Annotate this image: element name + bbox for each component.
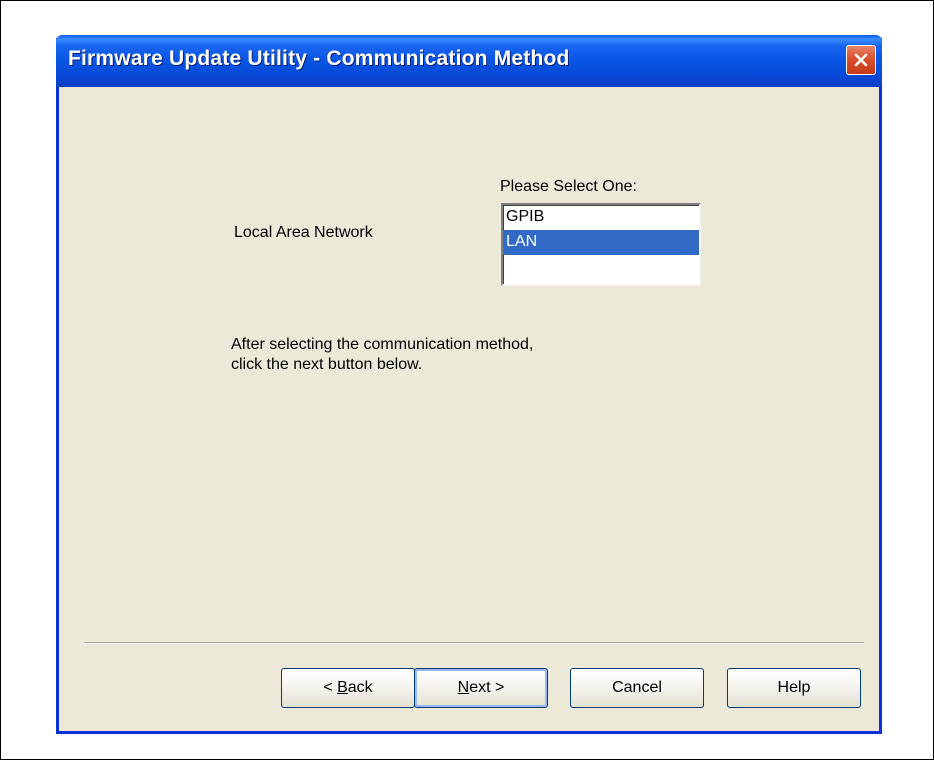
instructions-line-1: After selecting the communication method… <box>231 336 534 353</box>
selected-method-label: Local Area Network <box>234 224 373 241</box>
window-title: Firmware Update Utility - Communication … <box>68 47 570 70</box>
instructions-text: After selecting the communication method… <box>231 335 533 375</box>
back-button-label: ack <box>347 679 373 696</box>
list-item-lan[interactable]: LAN <box>503 230 699 255</box>
button-separator <box>84 642 864 644</box>
list-item-gpib[interactable]: GPIB <box>503 205 699 230</box>
next-button-label: ext > <box>469 679 505 696</box>
screenshot-frame: Firmware Update Utility - Communication … <box>0 0 934 760</box>
title-bar[interactable]: Firmware Update Utility - Communication … <box>56 35 882 87</box>
communication-method-listbox[interactable]: GPIB LAN <box>501 203 701 286</box>
list-prompt-label: Please Select One: <box>500 178 637 195</box>
cancel-button[interactable]: Cancel <box>570 668 704 708</box>
back-button-prefix: < <box>323 679 338 696</box>
back-button-accelerator: B <box>337 679 348 696</box>
next-button-accelerator: N <box>457 679 470 696</box>
close-button[interactable] <box>846 45 876 75</box>
communication-method-dialog: Firmware Update Utility - Communication … <box>56 35 882 734</box>
help-button[interactable]: Help <box>727 668 861 708</box>
instructions-line-2: click the next button below. <box>231 356 423 373</box>
back-button[interactable]: < Back <box>281 668 415 708</box>
next-button[interactable]: Next > <box>414 668 548 708</box>
close-icon <box>853 52 869 68</box>
